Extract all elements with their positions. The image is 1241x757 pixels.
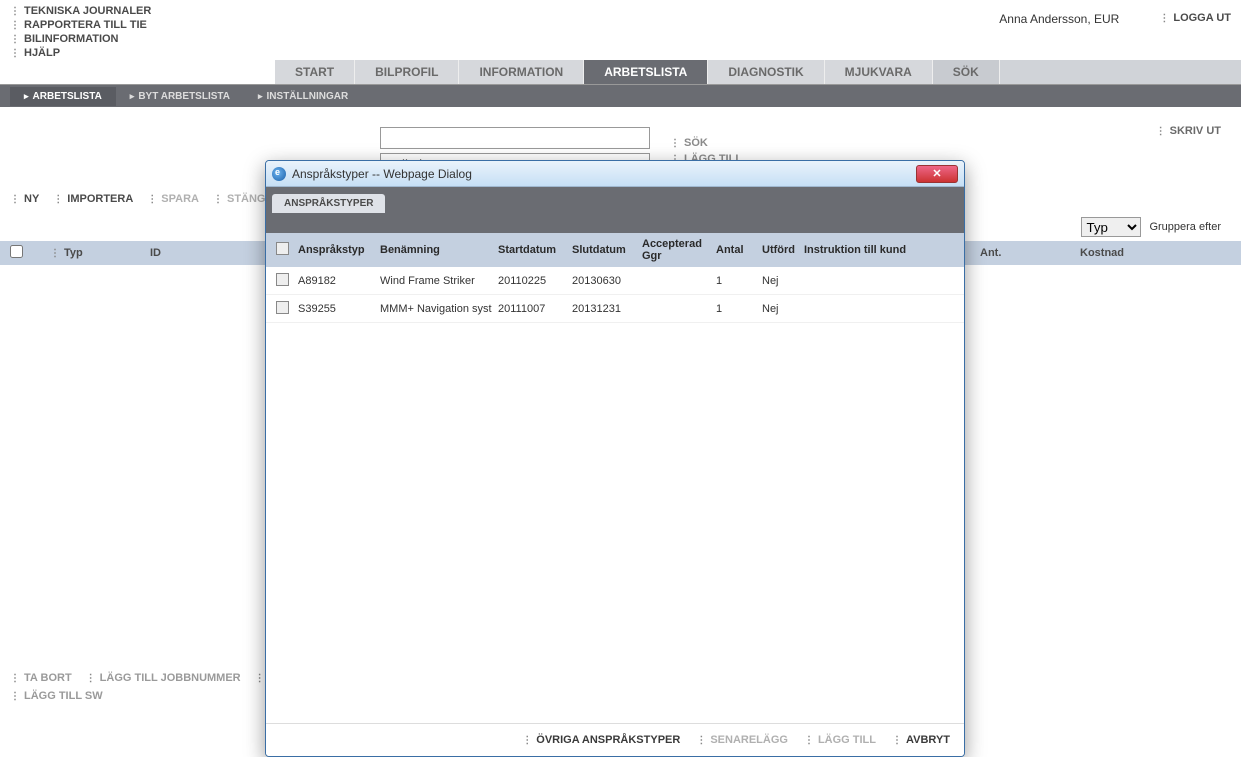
ie-icon (272, 167, 286, 181)
cell-utford: Nej (762, 303, 804, 315)
tab-arbetslista[interactable]: ARBETSLISTA (584, 60, 708, 84)
tab-bilprofil[interactable]: BILPROFIL (355, 60, 459, 84)
add-sw-button[interactable]: LÄGG TILL SW (10, 690, 103, 702)
dg-header-utford[interactable]: Utförd (762, 244, 804, 256)
tab-mjukvara[interactable]: MJUKVARA (825, 60, 933, 84)
dialog-tab-ansprakstyper[interactable]: ANSPRÅKSTYPER (272, 194, 385, 213)
close-button[interactable]: STÄNG (213, 193, 266, 205)
dialog-body (266, 323, 964, 723)
dialog-tabs: ANSPRÅKSTYPER (266, 187, 964, 213)
cell-slut: 20131231 (572, 303, 642, 315)
tab-diagnostik[interactable]: DIAGNOSTIK (708, 60, 824, 84)
add-job-button[interactable]: LÄGG TILL JOBBNUMMER (86, 672, 241, 684)
main-tabs: START BILPROFIL INFORMATION ARBETSLISTA … (0, 60, 1241, 85)
dg-header-typ[interactable]: Anspråkstyp (298, 244, 380, 256)
subtab-byt[interactable]: BYT ARBETSLISTA (116, 87, 244, 106)
menu-tekniska[interactable]: TEKNISKA JOURNALER (10, 4, 151, 18)
dialog-footer: ÖVRIGA ANSPRÅKSTYPER SENARELÄGG LÄGG TIL… (266, 723, 964, 756)
header: TEKNISKA JOURNALER RAPPORTERA TILL TIE B… (0, 0, 1241, 60)
other-claims-button[interactable]: ÖVRIGA ANSPRÅKSTYPER (522, 734, 680, 746)
menu-hjalp[interactable]: HJÄLP (10, 46, 151, 60)
user-name: Anna Andersson, EUR (999, 12, 1119, 26)
logout-button[interactable]: LOGGA UT (1159, 12, 1231, 24)
postpone-button[interactable]: SENARELÄGG (696, 734, 788, 746)
dialog-select-all[interactable] (276, 242, 289, 255)
dialog: Anspråkstyper -- Webpage Dialog ✕ ANSPRÅ… (265, 160, 965, 757)
dg-header-inst[interactable]: Instruktion till kund (804, 244, 924, 256)
subtab-arbetslista[interactable]: ARBETSLISTA (10, 87, 116, 106)
cell-start: 20111007 (498, 303, 572, 315)
user-info: Anna Andersson, EUR LOGGA UT (999, 4, 1231, 60)
menu-bilinformation[interactable]: BILINFORMATION (10, 32, 151, 46)
cancel-button[interactable]: AVBRYT (892, 734, 950, 746)
tab-start[interactable]: START (275, 60, 355, 84)
dialog-add-button[interactable]: LÄGG TILL (804, 734, 876, 746)
row-checkbox[interactable] (276, 301, 289, 314)
delete-button[interactable]: TA BORT (10, 672, 72, 684)
search-input[interactable] (380, 127, 650, 149)
grid-select-all[interactable] (10, 245, 23, 258)
tab-information[interactable]: INFORMATION (459, 60, 584, 84)
group-select[interactable]: Typ (1081, 217, 1141, 237)
table-row[interactable]: S39255 MMM+ Navigation syst 20111007 201… (266, 295, 964, 323)
new-button[interactable]: NY (10, 193, 39, 205)
dg-header-ben[interactable]: Benämning (380, 244, 498, 256)
cell-slut: 20130630 (572, 275, 642, 287)
dialog-title: Anspråkstyper -- Webpage Dialog (292, 167, 472, 181)
grid-header-ant[interactable]: Ant. (980, 247, 1080, 259)
row-checkbox[interactable] (276, 273, 289, 286)
menu-rapportera[interactable]: RAPPORTERA TILL TIE (10, 18, 151, 32)
subtab-installningar[interactable]: INSTÄLLNINGAR (244, 87, 362, 106)
tab-spacer (0, 60, 275, 84)
dg-header-acc[interactable]: Accepterad Ggr (642, 238, 716, 262)
dialog-close-button[interactable]: ✕ (916, 165, 958, 183)
dialog-titlebar: Anspråkstyper -- Webpage Dialog ✕ (266, 161, 964, 187)
table-row[interactable]: A89182 Wind Frame Striker 20110225 20130… (266, 267, 964, 295)
print-button[interactable]: SKRIV UT (1156, 125, 1221, 137)
cell-antal: 1 (716, 275, 762, 287)
dg-header-antal[interactable]: Antal (716, 244, 762, 256)
grid-header-kostnad[interactable]: Kostnad (1080, 247, 1180, 259)
grid-header-typ[interactable]: Typ (50, 247, 150, 259)
import-button[interactable]: IMPORTERA (53, 193, 133, 205)
group-label: Gruppera efter (1149, 221, 1221, 233)
tab-sok[interactable]: SÖK (933, 60, 1000, 84)
cell-typ: S39255 (298, 303, 380, 315)
dg-header-start[interactable]: Startdatum (498, 244, 572, 256)
dg-header-slut[interactable]: Slutdatum (572, 244, 642, 256)
cell-start: 20110225 (498, 275, 572, 287)
cell-ben: MMM+ Navigation syst (380, 303, 498, 315)
close-icon: ✕ (932, 167, 941, 180)
dialog-grid-header: Anspråkstyp Benämning Startdatum Slutdat… (266, 233, 964, 267)
dialog-subheader (266, 213, 964, 233)
cell-typ: A89182 (298, 275, 380, 287)
sub-tabs: ARBETSLISTA BYT ARBETSLISTA INSTÄLLNINGA… (0, 85, 1241, 107)
cell-utford: Nej (762, 275, 804, 287)
top-menu: TEKNISKA JOURNALER RAPPORTERA TILL TIE B… (10, 4, 151, 60)
cell-ben: Wind Frame Striker (380, 275, 498, 287)
dialog-grid: Anspråkstyp Benämning Startdatum Slutdat… (266, 233, 964, 323)
search-button[interactable]: SÖK (670, 137, 742, 149)
cell-antal: 1 (716, 303, 762, 315)
save-button[interactable]: SPARA (147, 193, 199, 205)
